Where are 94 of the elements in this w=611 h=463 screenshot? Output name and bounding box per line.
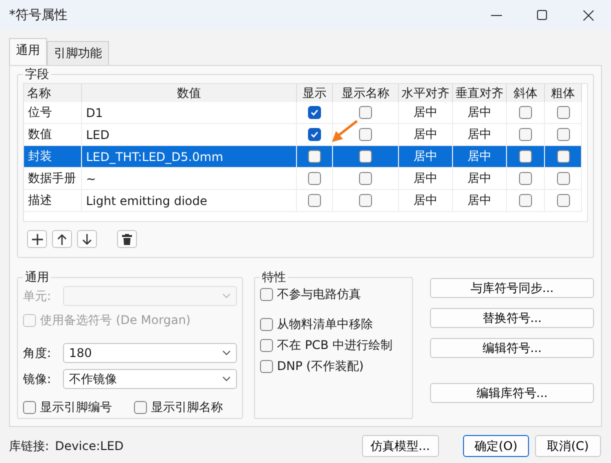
table-cell[interactable]: 描述 <box>24 190 82 212</box>
checkbox[interactable] <box>308 194 321 207</box>
column-header[interactable]: 显示 <box>297 84 333 102</box>
table-cell[interactable]: Light emitting diode <box>82 190 297 212</box>
column-header[interactable]: 显示名称 <box>333 84 399 102</box>
checkbox[interactable] <box>556 172 570 185</box>
group-title: 特性 <box>261 269 287 286</box>
column-header[interactable]: 水平对齐 <box>399 84 453 102</box>
table-cell[interactable]: 居中 <box>453 102 507 124</box>
table-cell[interactable]: LED_THT:LED_D5.0mm <box>82 146 297 168</box>
checkbox[interactable] <box>359 172 372 185</box>
checkbox[interactable] <box>556 194 570 207</box>
checkbox-label: 不在 PCB 中进行绘制 <box>277 337 392 354</box>
checkbox[interactable] <box>260 318 273 331</box>
checkmark-icon <box>310 130 319 139</box>
column-header[interactable]: 数值 <box>82 84 297 102</box>
checkbox-label: 从物料清单中移除 <box>277 316 373 333</box>
column-header[interactable]: 斜体 <box>507 84 545 102</box>
maximize-icon[interactable] <box>537 10 547 20</box>
table-cell[interactable]: 数据手册 <box>24 168 82 190</box>
column-header[interactable]: 垂直对齐 <box>453 84 507 102</box>
move-down-button[interactable] <box>77 230 97 248</box>
checkbox[interactable] <box>308 172 321 185</box>
dialog-button[interactable]: 取消(C) <box>535 435 601 457</box>
checkbox[interactable] <box>308 128 321 141</box>
checkbox[interactable] <box>134 401 147 414</box>
checkbox-label: DNP (不作装配) <box>277 358 364 375</box>
checkbox[interactable] <box>556 128 570 141</box>
checkbox[interactable] <box>308 106 321 119</box>
checkbox[interactable] <box>359 150 372 163</box>
mirror-dropdown[interactable]: 不作镜像 <box>63 369 237 389</box>
checkbox[interactable] <box>556 106 570 119</box>
checkbox[interactable] <box>519 106 532 119</box>
minimize-icon[interactable] <box>490 14 502 16</box>
checkbox[interactable] <box>519 128 532 141</box>
action-button[interactable]: 替换符号... <box>430 308 594 328</box>
close-icon[interactable] <box>582 10 594 20</box>
table-cell[interactable]: 居中 <box>399 102 453 124</box>
angle-dropdown[interactable]: 180 <box>63 343 237 363</box>
table-cell[interactable]: ~ <box>82 168 297 190</box>
table-cell[interactable]: 居中 <box>399 168 453 190</box>
checkbox[interactable] <box>308 150 321 163</box>
library-link-value: Device:LED <box>55 439 124 453</box>
checkbox-label: 使用备选符号 (De Morgan) <box>40 312 191 329</box>
tab[interactable]: 通用 <box>9 38 47 65</box>
table-cell[interactable]: D1 <box>82 102 297 124</box>
table-cell[interactable]: 居中 <box>453 146 507 168</box>
chevron-icon <box>222 350 231 356</box>
dialog-button[interactable]: 仿真模型... <box>362 435 439 457</box>
table-cell[interactable]: 居中 <box>399 190 453 212</box>
checkbox[interactable] <box>359 194 372 207</box>
library-link-label: 库链接: <box>9 438 50 454</box>
checkbox-label: 显示引脚编号 <box>40 399 112 416</box>
field-label: 镜像: <box>23 370 52 388</box>
group-title: 字段 <box>24 66 50 83</box>
tab[interactable]: 引脚功能 <box>47 41 109 65</box>
up-arrow-icon <box>57 234 67 244</box>
table-cell[interactable]: 居中 <box>453 190 507 212</box>
checkbox[interactable] <box>260 360 273 373</box>
chevron-icon <box>222 376 231 382</box>
group-title: 通用 <box>24 269 50 286</box>
dialog-button[interactable]: 确定(O) <box>463 435 529 457</box>
table-cell[interactable]: 居中 <box>399 146 453 168</box>
table-cell[interactable]: 位号 <box>24 102 82 124</box>
checkbox[interactable] <box>23 401 36 414</box>
checkbox[interactable] <box>519 150 532 163</box>
annotation-arrow <box>330 120 358 144</box>
checkbox[interactable] <box>519 172 532 185</box>
checkbox[interactable] <box>260 288 273 301</box>
checkbox[interactable] <box>556 150 570 163</box>
checkmark-icon <box>310 108 319 117</box>
checkbox-label: 显示引脚名称 <box>151 399 223 416</box>
column-header[interactable]: 粗体 <box>545 84 582 102</box>
chevron-icon <box>222 293 231 299</box>
checkbox[interactable] <box>519 194 532 207</box>
column-header[interactable]: 名称 <box>24 84 82 102</box>
table-cell[interactable]: 居中 <box>453 168 507 190</box>
action-button[interactable]: 编辑符号... <box>430 338 594 358</box>
action-button[interactable]: 与库符号同步... <box>430 278 594 298</box>
checkbox[interactable] <box>359 106 372 119</box>
add-button[interactable] <box>27 230 47 248</box>
action-button[interactable]: 编辑库符号... <box>430 383 594 403</box>
checkbox-label: 不参与电路仿真 <box>277 286 361 303</box>
move-up-button[interactable] <box>52 230 72 248</box>
field-label: 角度: <box>23 344 52 362</box>
table-cell[interactable]: 封装 <box>24 146 82 168</box>
window-title: *符号属性 <box>9 7 68 24</box>
checkbox[interactable] <box>260 339 273 352</box>
checkbox[interactable] <box>359 128 372 141</box>
plus-icon <box>32 234 42 244</box>
trash-icon <box>122 234 132 244</box>
down-arrow-icon <box>82 234 92 244</box>
field-label: 单元: <box>23 288 52 304</box>
delete-button[interactable] <box>117 230 137 248</box>
